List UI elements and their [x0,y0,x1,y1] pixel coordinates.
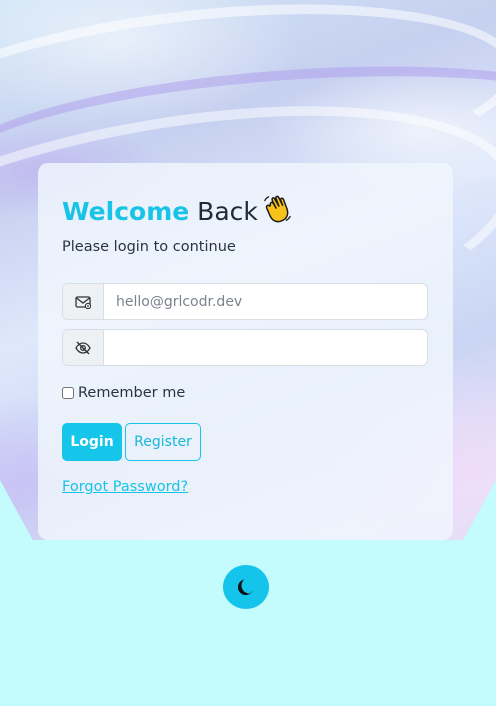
remember-me-label: Remember me [78,385,186,401]
remember-me[interactable]: Remember me [62,385,185,401]
login-button[interactable]: Login [62,423,122,461]
waving-hand-icon [264,195,291,223]
eye-slash-icon[interactable] [63,330,104,365]
register-button[interactable]: Register [125,423,201,461]
page-title: Welcome Back [62,192,292,232]
title-rest: Back [197,197,258,226]
email-field[interactable] [104,284,427,319]
theme-toggle-button[interactable] [223,565,269,609]
envelope-icon [63,284,104,319]
subtitle: Please login to continue [62,239,236,255]
email-input-group [62,283,428,320]
moon-icon [238,579,253,595]
remember-me-checkbox[interactable] [62,387,74,399]
password-input-group [62,329,428,366]
forgot-password-link[interactable]: Forgot Password? [62,479,188,495]
password-field[interactable] [104,330,427,365]
title-accent: Welcome [62,197,190,226]
